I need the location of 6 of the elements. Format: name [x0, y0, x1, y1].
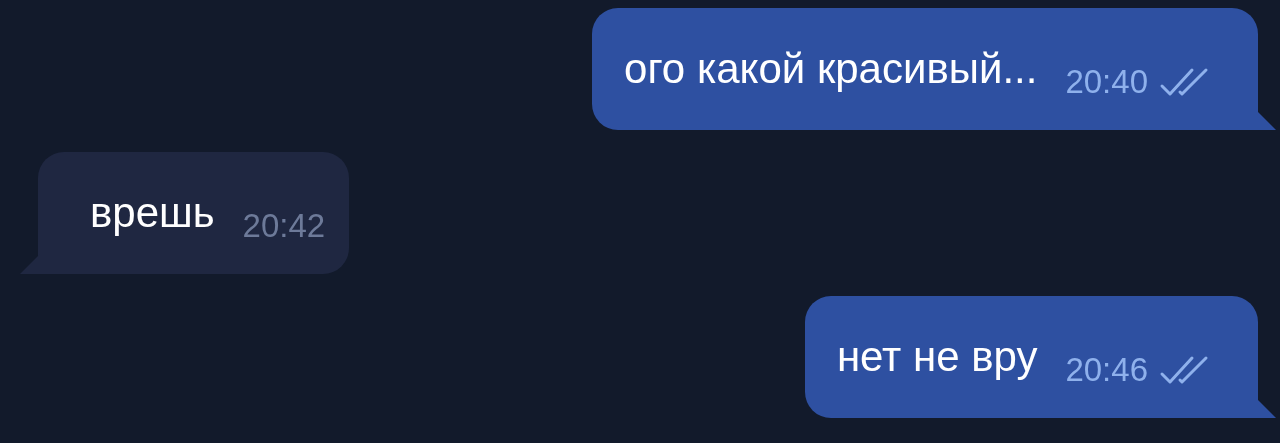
message-time: 20:46: [1065, 351, 1148, 389]
message-time: 20:40: [1065, 63, 1148, 101]
message-time: 20:42: [242, 207, 326, 245]
message-text: нет не вру: [836, 333, 1038, 381]
message-text: ого какой красивый...: [624, 45, 1038, 93]
message-text: врешь: [90, 189, 215, 237]
